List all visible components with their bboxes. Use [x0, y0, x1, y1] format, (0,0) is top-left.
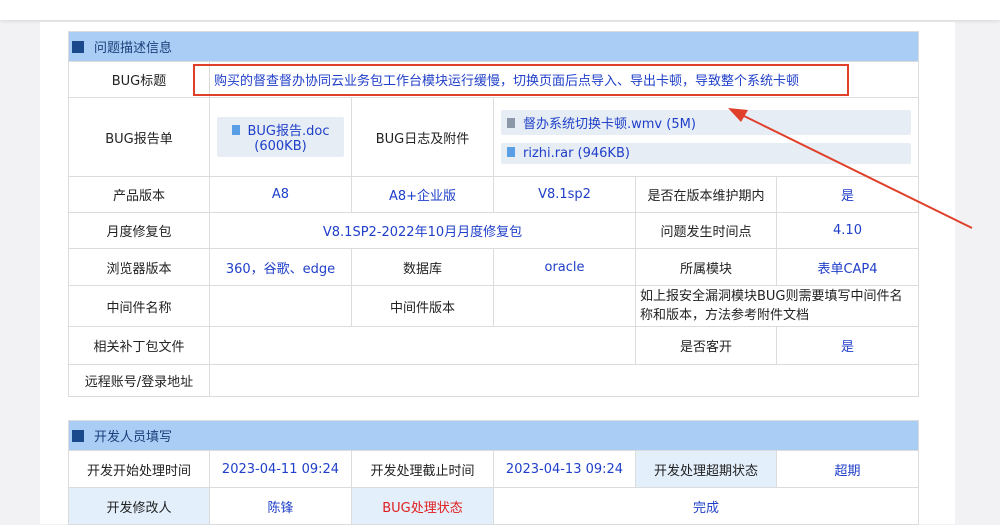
annotation-arrow [728, 108, 973, 229]
